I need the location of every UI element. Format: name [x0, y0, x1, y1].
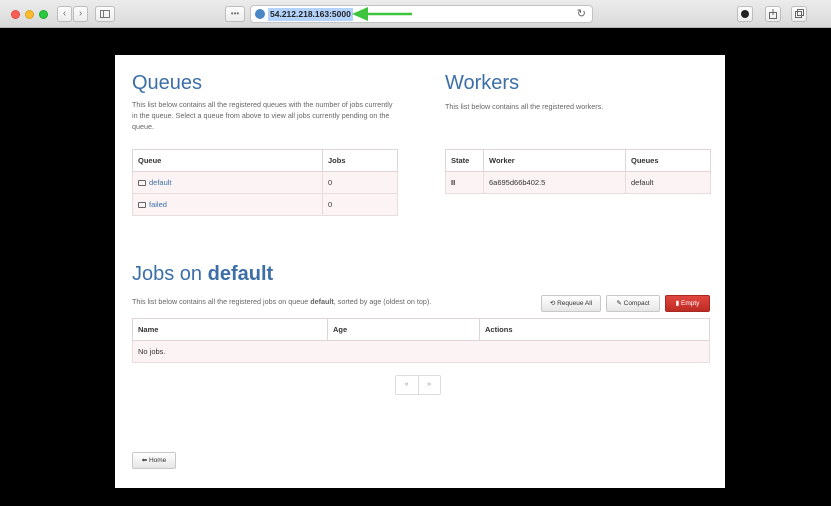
sidebar-icon [100, 10, 110, 18]
share-icon [769, 9, 777, 19]
column-header-state: State [445, 149, 484, 172]
queue-jobs-count: 0 [322, 171, 398, 194]
table-row: default 0 [132, 171, 398, 194]
page-content: Queues This list below contains all the … [115, 55, 725, 488]
url-text[interactable]: 54.212.218.163:5000 [268, 8, 353, 21]
maximize-window-button[interactable] [39, 10, 48, 19]
table-header-row: Queue Jobs [132, 149, 398, 172]
compact-label: Compact [623, 300, 650, 307]
jobs-title-prefix: Jobs on [132, 263, 203, 285]
sidebar-toggle-button[interactable] [95, 6, 115, 22]
queues-title: Queues [132, 72, 203, 94]
jobs-description: This list below contains all the registe… [132, 296, 532, 307]
top-sites-button[interactable]: ••• [225, 6, 245, 22]
column-header-actions: Actions [479, 318, 710, 341]
jobs-title-queue: default [207, 263, 274, 285]
annotation-arrow [352, 7, 412, 21]
pagination: « » [395, 375, 441, 395]
column-header-name: Name [132, 318, 328, 341]
worker-state-icon: II [445, 171, 484, 194]
queues-table: Queue Jobs default 0 failed 0 [132, 149, 398, 216]
home-label: Home [148, 457, 167, 464]
queue-icon [138, 202, 146, 209]
column-header-jobs: Jobs [322, 149, 398, 172]
pager-next-button[interactable]: » [419, 376, 441, 394]
requeue-icon: ⟲ [549, 300, 556, 307]
requeue-all-label: Requeue All [557, 300, 593, 307]
table-row: II 6a695d66b402.5 default [445, 171, 711, 194]
table-header-row: State Worker Queues [445, 149, 711, 172]
reload-icon[interactable]: ↻ [577, 7, 586, 20]
jobs-description-queue: default [310, 297, 334, 306]
share-button[interactable] [765, 6, 781, 22]
table-row: failed 0 [132, 193, 398, 216]
table-header-row: Name Age Actions [132, 318, 710, 341]
jobs-title: Jobs on default [132, 263, 273, 286]
tabs-button[interactable] [791, 6, 807, 22]
worker-name: 6a695d66b402.5 [483, 171, 626, 194]
globe-icon [255, 9, 265, 19]
arrow-left-icon: ⬅ [141, 457, 148, 464]
close-window-button[interactable] [11, 10, 20, 19]
table-row: No jobs. [132, 340, 710, 363]
downloads-button[interactable] [737, 6, 753, 22]
tabs-icon [794, 9, 804, 18]
workers-title: Workers [445, 72, 520, 94]
column-header-age: Age [327, 318, 480, 341]
column-header-worker: Worker [483, 149, 626, 172]
queue-link-failed[interactable]: failed [149, 200, 167, 209]
empty-button[interactable]: ▮ Empty [665, 295, 710, 312]
back-button[interactable]: ‹ [57, 6, 72, 22]
empty-label: Empty [680, 300, 700, 307]
download-icon [741, 10, 749, 18]
no-jobs-message: No jobs. [132, 340, 710, 363]
queue-icon [138, 180, 146, 187]
column-header-queue: Queue [132, 149, 323, 172]
column-header-queues: Queues [625, 149, 711, 172]
jobs-table: Name Age Actions No jobs. [132, 318, 710, 363]
jobs-description-start: This list below contains all the registe… [132, 297, 309, 306]
minimize-window-button[interactable] [25, 10, 34, 19]
requeue-all-button[interactable]: ⟲ Requeue All [541, 295, 601, 312]
compact-button[interactable]: ✎ Compact [606, 295, 660, 312]
wand-icon: ✎ [616, 300, 622, 307]
forward-button[interactable]: › [73, 6, 88, 22]
browser-toolbar: ‹ › ••• 54.212.218.163:5000 ↻ [0, 0, 831, 28]
worker-queues: default [625, 171, 711, 194]
queues-description: This list below contains all the registe… [132, 100, 393, 131]
home-button[interactable]: ⬅ Home [132, 452, 176, 469]
address-bar[interactable]: 54.212.218.163:5000 ↻ [250, 5, 593, 23]
workers-description: This list below contains all the registe… [445, 102, 604, 111]
jobs-description-end: , sorted by age (oldest on top). [333, 297, 432, 306]
queue-jobs-count: 0 [322, 193, 398, 216]
trash-icon: ▮ [675, 300, 680, 307]
queue-link-default[interactable]: default [149, 178, 172, 187]
pager-prev-button[interactable]: « [396, 376, 419, 394]
workers-table: State Worker Queues II 6a695d66b402.5 de… [445, 149, 711, 194]
